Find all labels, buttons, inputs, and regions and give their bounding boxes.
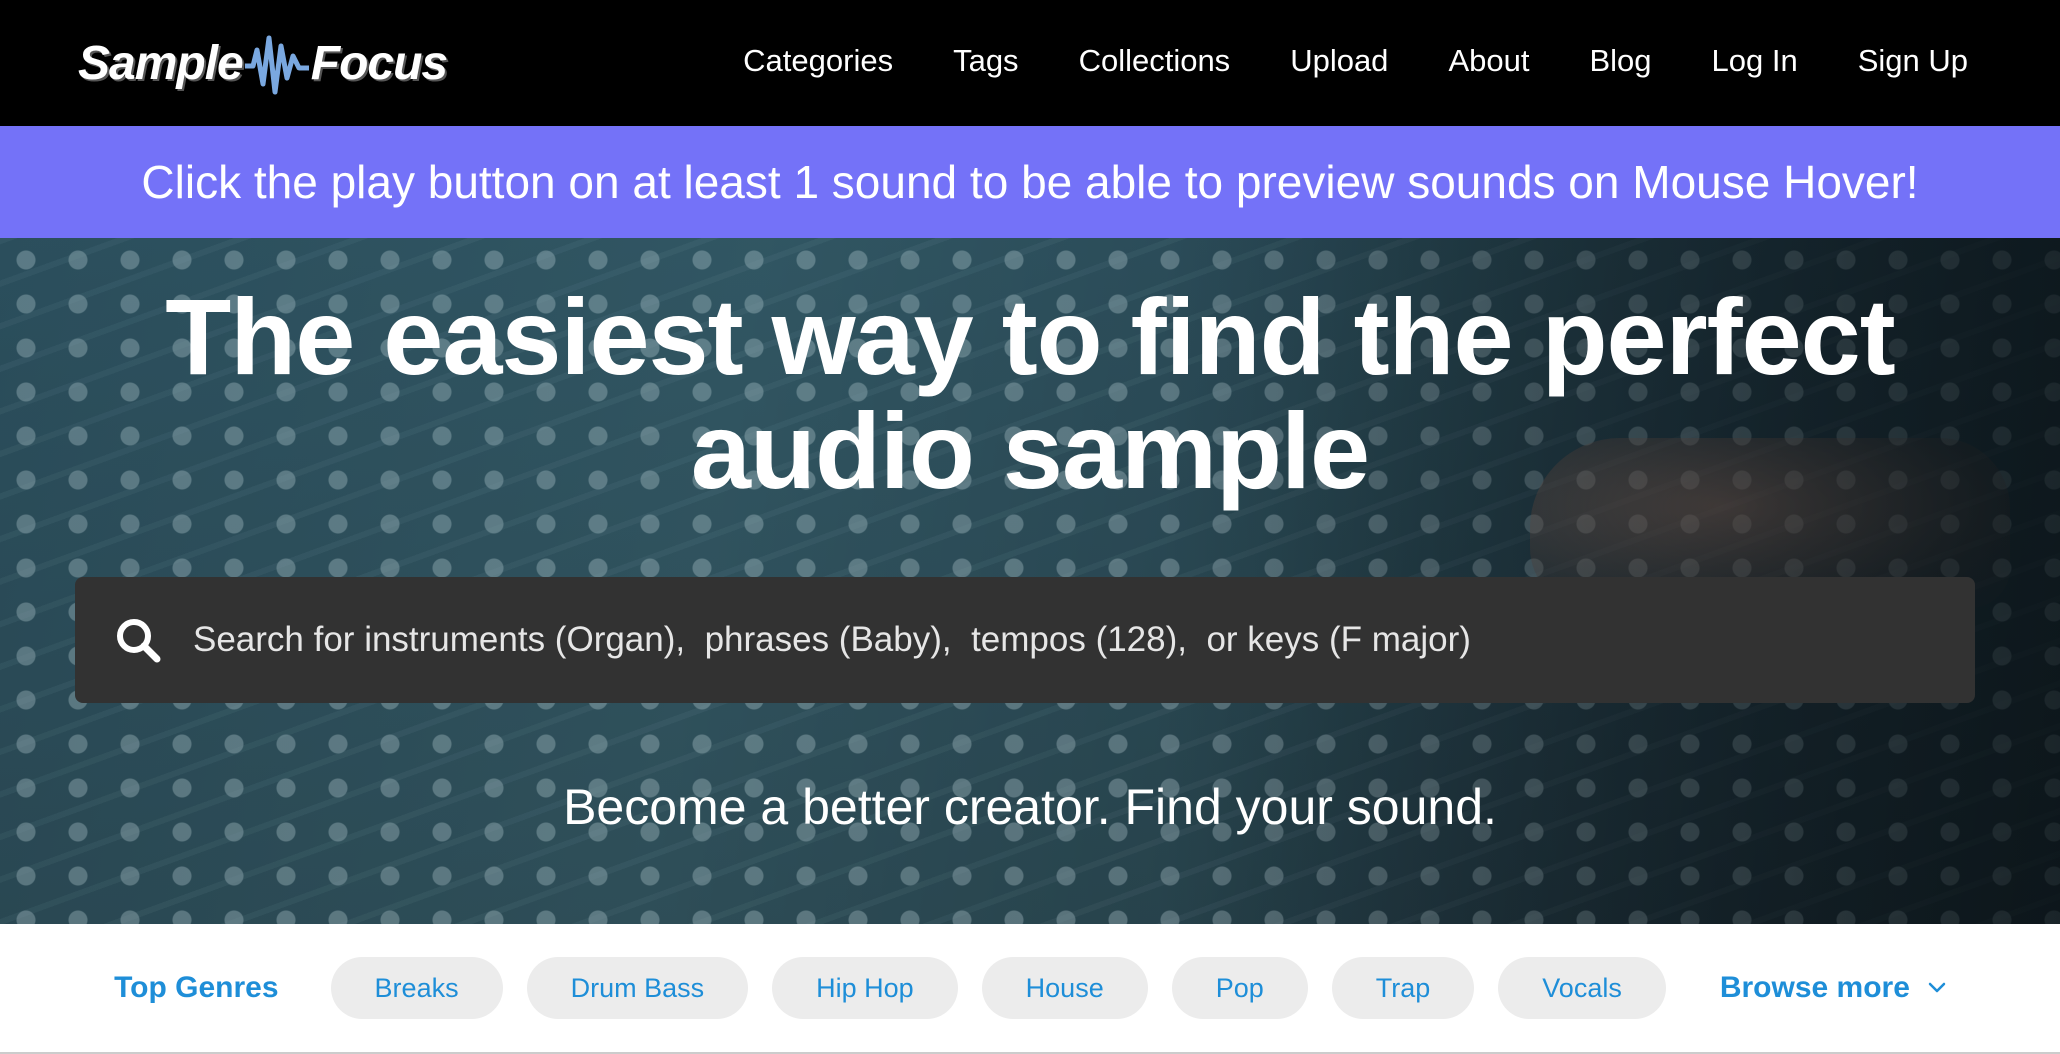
top-genres-label[interactable]: Top Genres <box>114 971 278 1005</box>
nav-about[interactable]: About <box>1448 43 1529 79</box>
nav-log-in[interactable]: Log In <box>1712 43 1798 79</box>
nav-categories[interactable]: Categories <box>743 43 893 79</box>
top-genres-row: Top Genres Breaks Drum Bass Hip Hop Hous… <box>0 924 2060 1054</box>
hero-tagline: Become a better creator. Find your sound… <box>563 779 1497 835</box>
browse-more-button[interactable]: Browse more <box>1720 971 1946 1005</box>
nav-upload[interactable]: Upload <box>1290 43 1388 79</box>
browse-more-label: Browse more <box>1719 971 1910 1004</box>
waveform-logo-icon <box>244 35 309 95</box>
hover-preview-banner: Click the play button on at least 1 soun… <box>0 126 2060 238</box>
banner-text: Click the play button on at least 1 soun… <box>141 156 1919 208</box>
genre-chip-drum-bass[interactable]: Drum Bass <box>526 957 749 1019</box>
logo-text-sample: Sample <box>78 36 244 90</box>
genre-chip-house[interactable]: House <box>981 957 1148 1019</box>
genre-chip-breaks[interactable]: Breaks <box>330 957 503 1019</box>
nav-tags[interactable]: Tags <box>953 43 1018 79</box>
genre-chip-hip-hop[interactable]: Hip Hop <box>772 957 958 1019</box>
site-logo[interactable]: Sample Focus <box>78 28 448 98</box>
search-input[interactable] <box>191 594 1975 686</box>
hero-headline-line-2: audio sample <box>690 390 1370 511</box>
top-nav-bar: Sample Focus Categories Tags Collections… <box>0 0 2060 126</box>
search-icon[interactable] <box>105 607 171 673</box>
chevron-down-icon <box>1928 982 1946 994</box>
nav-sign-up[interactable]: Sign Up <box>1858 43 1968 79</box>
hero-headline: The easiest way to find the perfect audi… <box>0 280 2060 508</box>
genre-chip-trap[interactable]: Trap <box>1331 957 1475 1019</box>
nav-collections[interactable]: Collections <box>1079 43 1231 79</box>
logo-text-focus: Focus <box>310 36 448 90</box>
nav-blog[interactable]: Blog <box>1589 43 1651 79</box>
search-bar <box>75 577 1975 703</box>
main-nav: Categories Tags Collections Upload About… <box>683 0 1968 122</box>
hero-section: The easiest way to find the perfect audi… <box>0 238 2060 924</box>
hero-headline-line-1: The easiest way to find the perfect <box>165 276 1895 397</box>
genre-chip-vocals[interactable]: Vocals <box>1498 957 1666 1019</box>
genre-chip-pop[interactable]: Pop <box>1171 957 1308 1019</box>
